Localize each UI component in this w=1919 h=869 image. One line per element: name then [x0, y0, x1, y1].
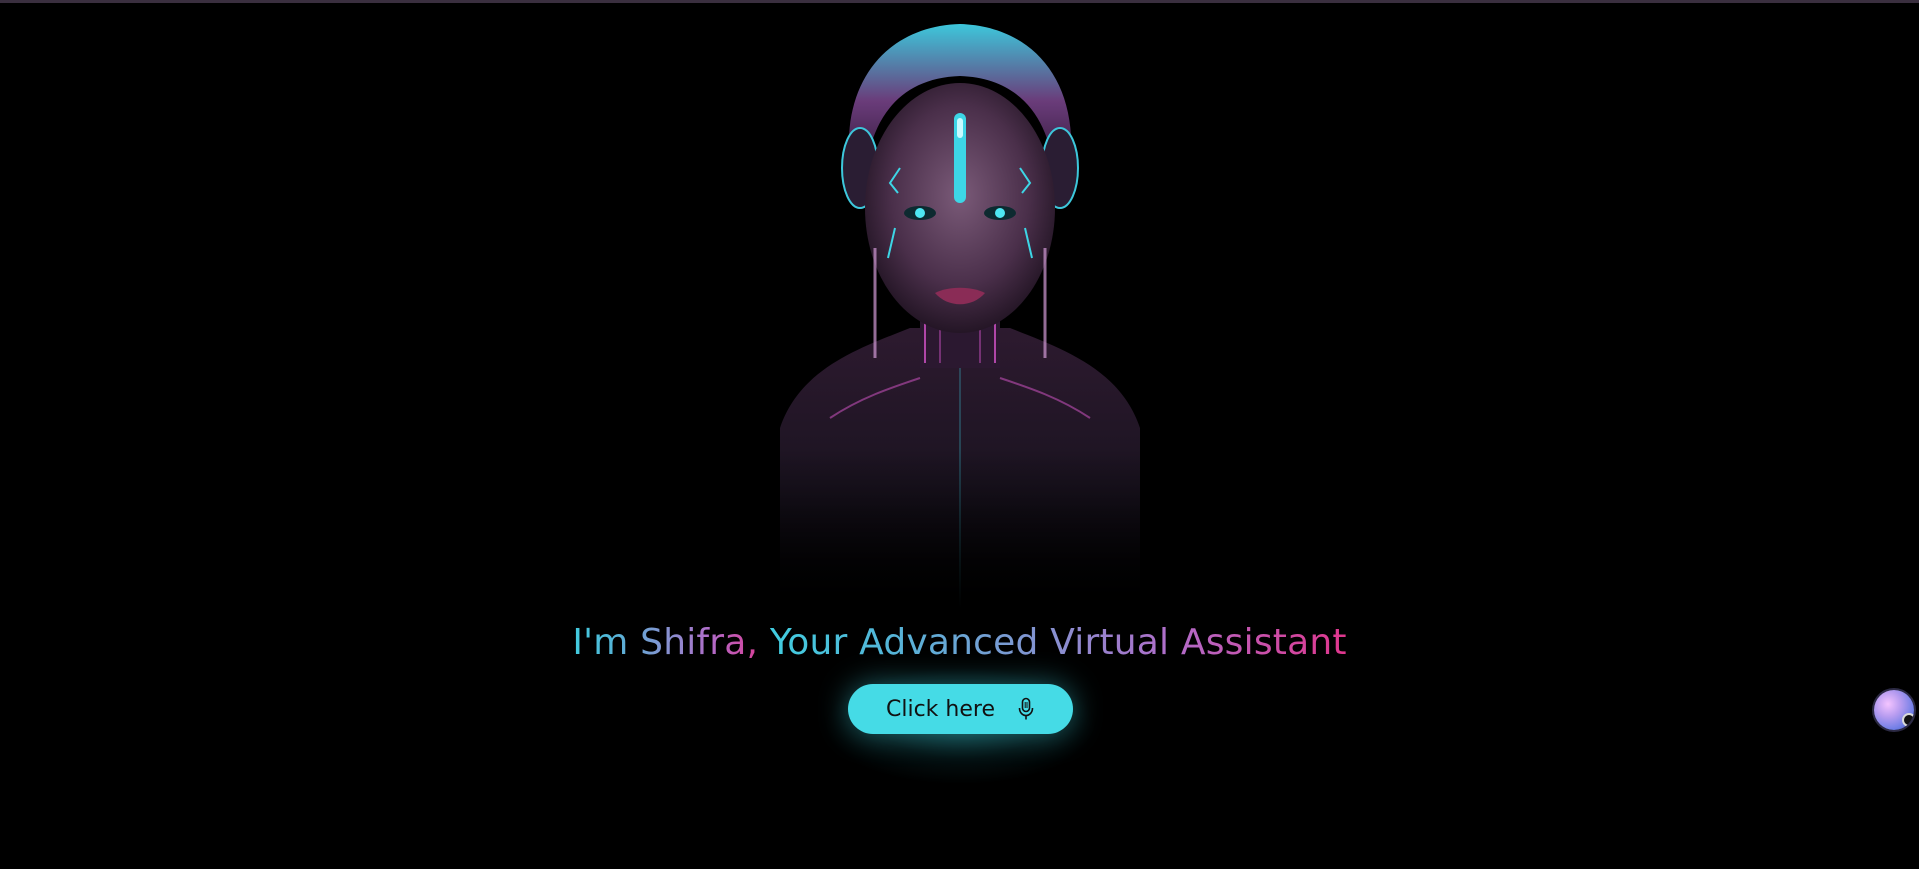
assistant-avatar-icon[interactable]	[1874, 690, 1914, 730]
voice-start-button-label: Click here	[886, 696, 995, 722]
voice-start-button[interactable]: Click here	[848, 684, 1073, 734]
page-title: I'm Shifra, Your Advanced Virtual Assist…	[0, 622, 1919, 663]
microphone-icon	[1018, 697, 1034, 720]
avatar-status-dot	[1902, 713, 1914, 727]
page-title-tagline: Your Advanced Virtual Assistant	[769, 622, 1347, 663]
hero-portrait-image	[770, 24, 1150, 608]
hero-section: I'm Shifra, Your Advanced Virtual Assist…	[0, 0, 1919, 869]
page-title-intro: I'm Shifra,	[572, 622, 770, 663]
